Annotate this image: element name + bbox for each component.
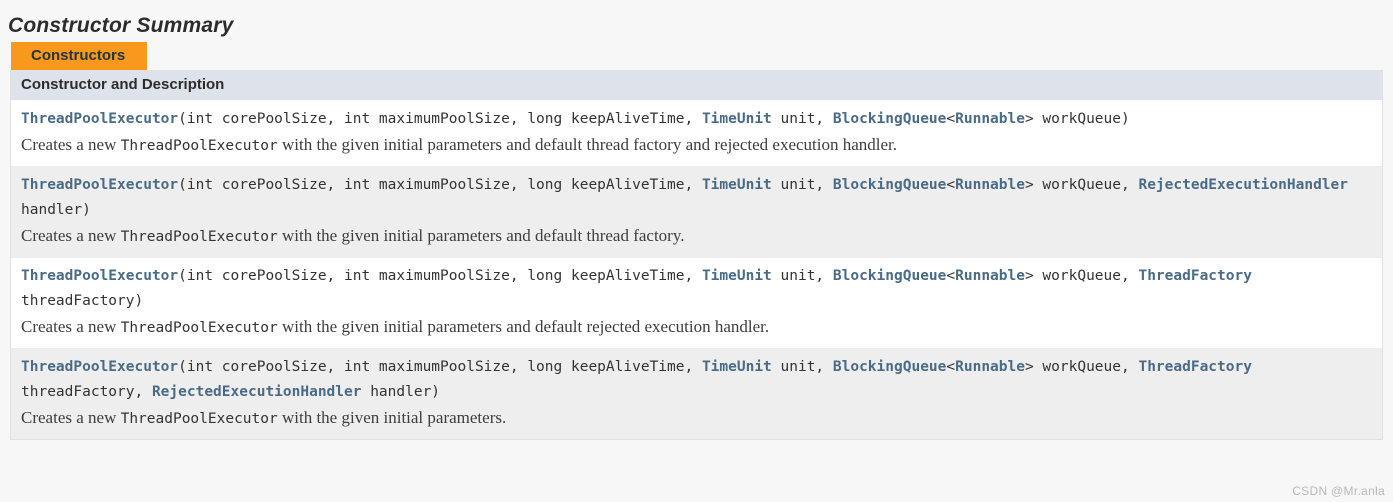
constructor-name-link[interactable]: ThreadPoolExecutor xyxy=(21,359,178,375)
signature-text: (int corePoolSize, int maximumPoolSize, … xyxy=(178,268,702,284)
constructor-signature: ThreadPoolExecutor(int corePoolSize, int… xyxy=(21,264,1372,314)
signature-text: (int corePoolSize, int maximumPoolSize, … xyxy=(178,359,702,375)
type-link[interactable]: Runnable xyxy=(955,111,1025,127)
type-link[interactable]: TimeUnit xyxy=(702,111,772,127)
signature-text: < xyxy=(946,359,956,375)
page-title: Constructor Summary xyxy=(8,14,234,37)
signature-text: (int corePoolSize, int maximumPoolSize, … xyxy=(178,111,702,127)
description-text: with the given initial parameters. xyxy=(277,408,507,427)
inline-code: ThreadPoolExecutor xyxy=(120,229,278,245)
constructor-summary-table: Constructors Constructor and Description… xyxy=(10,42,1383,440)
constructor-description: Creates a new ThreadPoolExecutor with th… xyxy=(21,223,1372,249)
constructor-description: Creates a new ThreadPoolExecutor with th… xyxy=(21,314,1372,340)
watermark: CSDN @Mr.anla xyxy=(1292,484,1385,498)
type-link[interactable]: RejectedExecutionHandler xyxy=(152,384,362,400)
table-row: ThreadPoolExecutor(int corePoolSize, int… xyxy=(11,258,1382,349)
description-text: Creates a new xyxy=(21,226,121,245)
type-link[interactable]: TimeUnit xyxy=(702,268,772,284)
type-link[interactable]: Runnable xyxy=(955,177,1025,193)
signature-text: handler) xyxy=(361,384,441,400)
table-row: ThreadPoolExecutor(int corePoolSize, int… xyxy=(11,101,1382,167)
signature-text: unit, xyxy=(771,111,833,127)
type-link[interactable]: BlockingQueue xyxy=(833,111,947,127)
description-text: Creates a new xyxy=(21,317,121,336)
table-caption-constructors[interactable]: Constructors xyxy=(11,42,148,70)
type-link[interactable]: RejectedExecutionHandler xyxy=(1138,177,1348,193)
constructor-description: Creates a new ThreadPoolExecutor with th… xyxy=(21,405,1372,431)
signature-text: unit, xyxy=(771,268,833,284)
signature-text: > workQueue, xyxy=(1024,268,1139,284)
constructor-summary-page: Constructor Summary Constructors Constru… xyxy=(0,0,1393,502)
constructor-name-link[interactable]: ThreadPoolExecutor xyxy=(21,111,178,127)
constructor-signature: ThreadPoolExecutor(int corePoolSize, int… xyxy=(21,173,1372,223)
type-link[interactable]: Runnable xyxy=(955,359,1025,375)
table-column-header: Constructor and Description xyxy=(11,70,1382,101)
type-link[interactable]: BlockingQueue xyxy=(833,177,947,193)
description-text: with the given initial parameters and de… xyxy=(277,317,770,336)
table-row: ThreadPoolExecutor(int corePoolSize, int… xyxy=(11,349,1382,439)
inline-code: ThreadPoolExecutor xyxy=(120,138,278,154)
type-link[interactable]: BlockingQueue xyxy=(833,359,947,375)
type-link[interactable]: TimeUnit xyxy=(702,177,772,193)
description-text: with the given initial parameters and de… xyxy=(277,226,685,245)
description-text: Creates a new xyxy=(21,135,121,154)
signature-text: (int corePoolSize, int maximumPoolSize, … xyxy=(178,177,702,193)
type-link[interactable]: Runnable xyxy=(955,268,1025,284)
inline-code: ThreadPoolExecutor xyxy=(120,320,278,336)
type-link[interactable]: ThreadFactory xyxy=(1138,359,1252,375)
description-text: Creates a new xyxy=(21,408,121,427)
signature-text: < xyxy=(946,268,956,284)
inline-code: ThreadPoolExecutor xyxy=(120,411,278,427)
description-text: with the given initial parameters and de… xyxy=(277,135,898,154)
type-link[interactable]: TimeUnit xyxy=(702,359,772,375)
signature-text: > workQueue, xyxy=(1024,177,1139,193)
table-body: ThreadPoolExecutor(int corePoolSize, int… xyxy=(11,101,1382,439)
type-link[interactable]: ThreadFactory xyxy=(1138,268,1252,284)
constructor-name-link[interactable]: ThreadPoolExecutor xyxy=(21,177,178,193)
table-row: ThreadPoolExecutor(int corePoolSize, int… xyxy=(11,167,1382,258)
constructor-signature: ThreadPoolExecutor(int corePoolSize, int… xyxy=(21,107,1372,132)
signature-text: > workQueue, xyxy=(1024,359,1139,375)
constructor-name-link[interactable]: ThreadPoolExecutor xyxy=(21,268,178,284)
constructor-description: Creates a new ThreadPoolExecutor with th… xyxy=(21,132,1372,158)
signature-text: unit, xyxy=(771,359,833,375)
type-link[interactable]: BlockingQueue xyxy=(833,268,947,284)
signature-text: < xyxy=(946,177,956,193)
signature-text: > workQueue) xyxy=(1024,111,1130,127)
constructor-signature: ThreadPoolExecutor(int corePoolSize, int… xyxy=(21,355,1372,405)
signature-text: unit, xyxy=(771,177,833,193)
signature-text: < xyxy=(946,111,956,127)
